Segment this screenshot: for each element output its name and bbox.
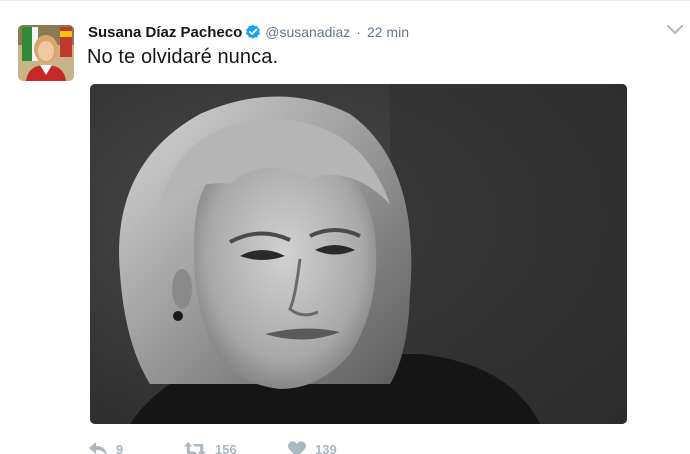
tweet-header: Susana Díaz Pacheco @susanadiaz · 22 min: [88, 21, 409, 43]
author-avatar[interactable]: [18, 25, 74, 81]
tweet-actions: 9 156 139: [88, 439, 367, 454]
chevron-down-icon[interactable]: [666, 23, 684, 37]
like-count: 139: [315, 441, 337, 454]
avatar-image: [18, 25, 74, 81]
author-handle[interactable]: @susanadiaz: [265, 24, 350, 40]
author-name[interactable]: Susana Díaz Pacheco: [88, 24, 242, 41]
retweet-icon: [183, 440, 207, 454]
reply-icon: [88, 440, 108, 454]
like-button[interactable]: 139: [287, 440, 367, 454]
retweet-count: 156: [215, 441, 237, 454]
header-separator: ·: [356, 24, 361, 40]
portrait-photo-image: [90, 84, 627, 424]
heart-icon: [287, 440, 307, 454]
tweet-timestamp[interactable]: 22 min: [367, 24, 409, 40]
tweet: Susana Díaz Pacheco @susanadiaz · 22 min…: [0, 0, 690, 454]
tweet-photo[interactable]: [90, 84, 627, 424]
reply-button[interactable]: 9: [88, 440, 183, 454]
tweet-text: No te olvidaré nunca.: [87, 46, 279, 68]
verified-badge-icon: [245, 24, 261, 40]
retweet-button[interactable]: 156: [183, 440, 287, 454]
reply-count: 9: [116, 441, 124, 454]
